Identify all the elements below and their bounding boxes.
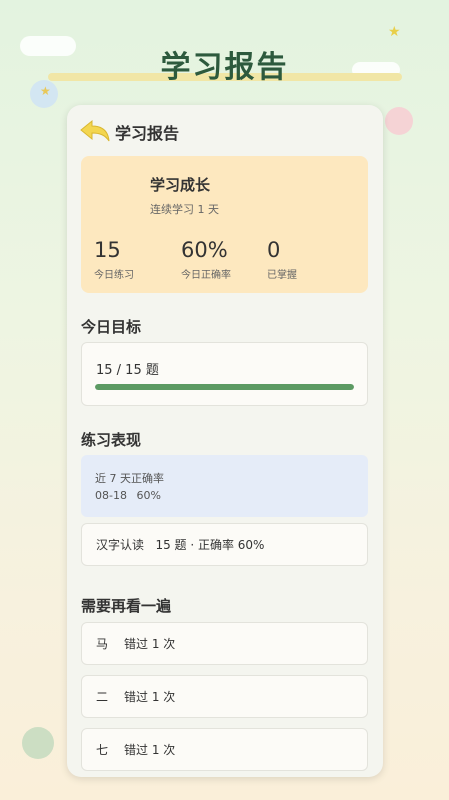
stat-accuracy: 60% 今日正确率 — [181, 238, 231, 281]
card-title: 学习报告 — [115, 124, 180, 143]
review-char: 二 — [96, 690, 109, 704]
summary-text: 汉字认读 15 题 · 正确率 60% — [96, 538, 265, 552]
goal-progress-bar — [95, 384, 354, 390]
report-card: 学习报告 学习成长 连续学习 1 天 15 今日练习 60% 今日正确率 0 已… — [67, 105, 383, 777]
summary-row[interactable]: 汉字认读 15 题 · 正确率 60% — [81, 523, 368, 566]
trend-value: 60% — [136, 489, 161, 502]
stat-label: 已掌握 — [267, 270, 297, 281]
growth-title: 学习成长 — [150, 176, 211, 194]
trend-panel: 近 7 天正确率 08-18 60% — [81, 455, 368, 517]
review-text: 错过 1 次 — [124, 637, 176, 651]
growth-panel: 学习成长 连续学习 1 天 15 今日练习 60% 今日正确率 0 已掌握 — [81, 156, 368, 293]
decorative-dot — [385, 107, 413, 135]
review-item[interactable]: 马 错过 1 次 — [81, 622, 368, 665]
streak-text: 连续学习 1 天 — [150, 203, 219, 216]
review-text: 错过 1 次 — [124, 743, 176, 757]
back-arrow-icon[interactable] — [79, 119, 111, 145]
card-header: 学习报告 — [79, 119, 179, 145]
goal-progress-fill — [95, 384, 354, 390]
review-char: 七 — [96, 743, 109, 757]
stat-label: 今日练习 — [94, 270, 134, 281]
review-text: 错过 1 次 — [124, 690, 176, 704]
star-icon: ★ — [388, 24, 401, 40]
goal-panel: 15 / 15 题 — [81, 342, 368, 406]
review-char: 马 — [96, 637, 109, 651]
trend-title: 近 7 天正确率 — [95, 472, 164, 485]
review-item[interactable]: 二 错过 1 次 — [81, 675, 368, 718]
stat-value: 60% — [181, 238, 228, 262]
goal-text: 15 / 15 题 — [96, 363, 159, 378]
page-title: 学习报告 — [160, 50, 289, 85]
stat-practice: 15 今日练习 — [94, 238, 134, 281]
stat-label: 今日正确率 — [181, 270, 231, 281]
section-title-performance: 练习表现 — [81, 431, 142, 449]
star-icon: ★ — [40, 84, 51, 98]
stat-value: 0 — [267, 238, 281, 262]
section-title-review: 需要再看一遍 — [81, 597, 172, 615]
section-title-goal: 今日目标 — [81, 318, 142, 336]
stat-value: 15 — [94, 238, 121, 262]
trend-row: 08-18 60% — [95, 489, 161, 502]
trend-date: 08-18 — [95, 489, 127, 502]
review-item[interactable]: 七 错过 1 次 — [81, 728, 368, 771]
stat-mastered: 0 已掌握 — [267, 238, 297, 281]
decorative-dot — [22, 727, 54, 759]
